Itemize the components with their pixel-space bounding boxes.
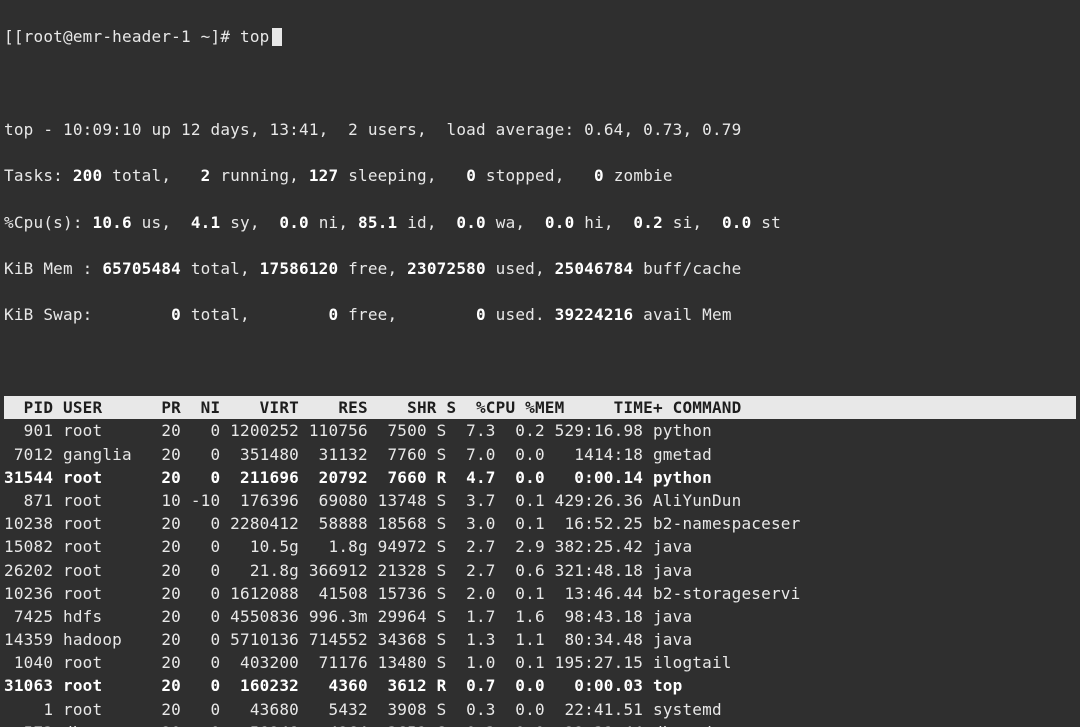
process-row: 7012 ganglia 20 0 351480 31132 7760 S 7.…: [4, 443, 1076, 466]
top-mem-line: KiB Mem : 65705484 total, 17586120 free,…: [4, 257, 1076, 280]
process-row: 31063 root 20 0 160232 4360 3612 R 0.7 0…: [4, 674, 1076, 697]
top-swap-line: KiB Swap: 0 total, 0 free, 0 used. 39224…: [4, 303, 1076, 326]
shell-prompt: [[root@emr-header-1 ~]# top: [4, 25, 1076, 48]
process-row: 10236 root 20 0 1612088 41508 15736 S 2.…: [4, 582, 1076, 605]
process-row: 31544 root 20 0 211696 20792 7660 R 4.7 …: [4, 466, 1076, 489]
terminal-output[interactable]: [[root@emr-header-1 ~]# top top - 10:09:…: [0, 0, 1080, 727]
blank-line2: [4, 350, 1076, 373]
process-row: 1040 root 20 0 403200 71176 13480 S 1.0 …: [4, 651, 1076, 674]
top-summary-line1: top - 10:09:10 up 12 days, 13:41, 2 user…: [4, 118, 1076, 141]
process-row: 7425 hdfs 20 0 4550836 996.3m 29964 S 1.…: [4, 605, 1076, 628]
process-list: 901 root 20 0 1200252 110756 7500 S 7.3 …: [4, 419, 1076, 727]
top-cpu-line: %Cpu(s): 10.6 us, 4.1 sy, 0.0 ni, 85.1 i…: [4, 211, 1076, 234]
cursor-icon: [272, 28, 282, 46]
process-row: 26202 root 20 0 21.8g 366912 21328 S 2.7…: [4, 559, 1076, 582]
process-row: 901 root 20 0 1200252 110756 7500 S 7.3 …: [4, 419, 1076, 442]
process-row: 1 root 20 0 43680 5432 3908 S 0.3 0.0 22…: [4, 698, 1076, 721]
process-row: 573 dbus 20 0 58248 4264 3652 S 0.3 0.0 …: [4, 721, 1076, 727]
process-row: 14359 hadoop 20 0 5710136 714552 34368 S…: [4, 628, 1076, 651]
top-tasks-line: Tasks: 200 total, 2 running, 127 sleepin…: [4, 164, 1076, 187]
process-row: 10238 root 20 0 2280412 58888 18568 S 3.…: [4, 512, 1076, 535]
process-row: 871 root 10 -10 176396 69080 13748 S 3.7…: [4, 489, 1076, 512]
process-row: 15082 root 20 0 10.5g 1.8g 94972 S 2.7 2…: [4, 535, 1076, 558]
blank-line: [4, 72, 1076, 95]
column-header: PID USER PR NI VIRT RES SHR S %CPU %MEM …: [4, 396, 1076, 419]
